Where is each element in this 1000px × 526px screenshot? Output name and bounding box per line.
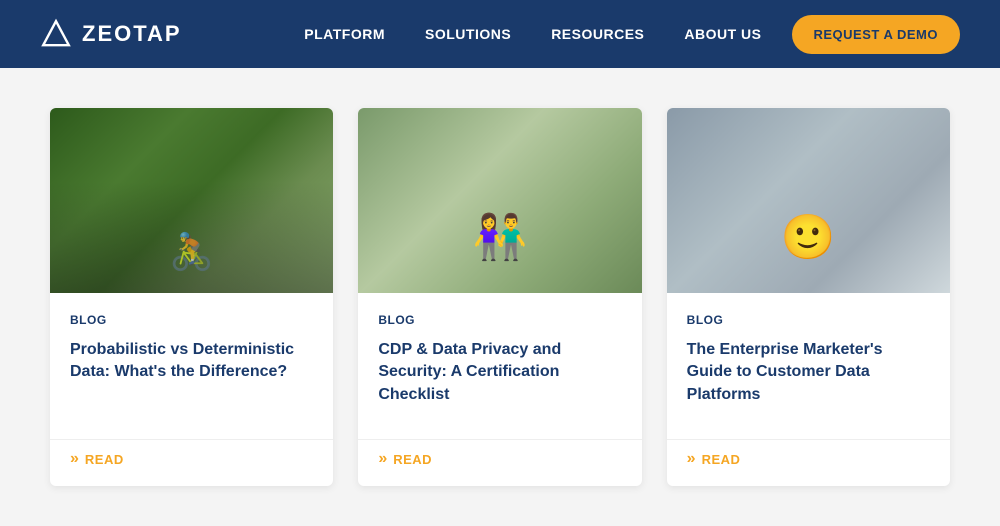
read-label-3: READ — [702, 452, 741, 467]
card-tag-2: BLOG — [378, 313, 621, 327]
nav-link-solutions[interactable]: SOLUTIONS — [425, 26, 511, 42]
card-body-3: BLOG The Enterprise Marketer's Guide to … — [667, 293, 950, 439]
card-tag-1: BLOG — [70, 313, 313, 327]
card-read-link-1[interactable]: » READ — [50, 440, 333, 486]
card-image-1 — [50, 108, 333, 293]
card-tag-3: BLOG — [687, 313, 930, 327]
main-content: BLOG Probabilistic vs Deterministic Data… — [0, 68, 1000, 526]
read-arrow-icon-1: » — [70, 450, 79, 468]
read-arrow-icon-3: » — [687, 450, 696, 468]
card-title-3: The Enterprise Marketer's Guide to Custo… — [687, 339, 930, 409]
card-title-1: Probabilistic vs Deterministic Data: Wha… — [70, 339, 313, 409]
read-arrow-icon-2: » — [378, 450, 387, 468]
navbar: ZEOTAP PLATFORM SOLUTIONS RESOURCES ABOU… — [0, 0, 1000, 68]
card-image-3 — [667, 108, 950, 293]
blog-card-2: BLOG CDP & Data Privacy and Security: A … — [358, 108, 641, 486]
request-demo-button[interactable]: REQUEST A DEMO — [792, 15, 961, 54]
nav-links: PLATFORM SOLUTIONS RESOURCES ABOUT US — [304, 26, 761, 42]
card-read-link-3[interactable]: » READ — [667, 440, 950, 486]
blog-card-3: BLOG The Enterprise Marketer's Guide to … — [667, 108, 950, 486]
cards-grid: BLOG Probabilistic vs Deterministic Data… — [50, 108, 950, 486]
nav-link-platform[interactable]: PLATFORM — [304, 26, 385, 42]
brand-name: ZEOTAP — [82, 21, 182, 47]
blog-card-1: BLOG Probabilistic vs Deterministic Data… — [50, 108, 333, 486]
card-body-1: BLOG Probabilistic vs Deterministic Data… — [50, 293, 333, 439]
card-body-2: BLOG CDP & Data Privacy and Security: A … — [358, 293, 641, 439]
read-label-2: READ — [393, 452, 432, 467]
read-label-1: READ — [85, 452, 124, 467]
nav-link-resources[interactable]: RESOURCES — [551, 26, 644, 42]
card-read-link-2[interactable]: » READ — [358, 440, 641, 486]
card-title-2: CDP & Data Privacy and Security: A Certi… — [378, 339, 621, 409]
zeotap-logo-icon — [40, 18, 72, 50]
nav-link-about-us[interactable]: ABOUT US — [684, 26, 761, 42]
card-image-2 — [358, 108, 641, 293]
logo-area[interactable]: ZEOTAP — [40, 18, 182, 50]
